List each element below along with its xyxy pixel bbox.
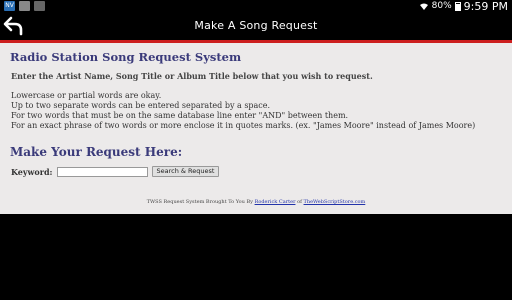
video-icon bbox=[34, 1, 45, 11]
section-title: Make Your Request Here: bbox=[10, 145, 183, 159]
keyword-label: Keyword: bbox=[11, 166, 53, 177]
notification-icons: NV bbox=[4, 1, 45, 11]
action-bar-title: Make A Song Request bbox=[194, 19, 318, 32]
clock: 9:59 PM bbox=[463, 0, 508, 13]
footer-credit: TWSS Request System Brought To You By Ro… bbox=[0, 199, 512, 205]
keyword-input[interactable] bbox=[56, 166, 148, 177]
keyword-row: Keyword: Search & Request bbox=[11, 166, 220, 177]
rule-line: Lowercase or partial words are okay. bbox=[11, 91, 162, 100]
wifi-icon bbox=[419, 3, 428, 10]
nv-app-icon: NV bbox=[4, 1, 15, 11]
search-rules: Lowercase or partial words are okay. Up … bbox=[11, 91, 475, 131]
author-link[interactable]: Roderick Carter bbox=[255, 199, 296, 205]
rule-line: For two words that must be on the same d… bbox=[11, 111, 349, 120]
footer-middle: of bbox=[297, 199, 302, 205]
status-right: 80% 9:59 PM bbox=[419, 0, 508, 13]
footer-prefix: TWSS Request System Brought To You By bbox=[146, 199, 253, 205]
action-bar: Make A Song Request bbox=[0, 12, 512, 40]
search-request-button[interactable]: Search & Request bbox=[151, 166, 220, 177]
site-link[interactable]: TheWebScriptStore.com bbox=[304, 199, 366, 205]
status-bar: NV 80% 9:59 PM bbox=[0, 0, 512, 13]
intro-text: Enter the Artist Name, Song Title or Alb… bbox=[11, 71, 373, 81]
empty-background bbox=[0, 214, 512, 300]
page-title: Radio Station Song Request System bbox=[10, 50, 242, 64]
request-page: Radio Station Song Request System Enter … bbox=[0, 43, 512, 214]
rule-line: For an exact phrase of two words or more… bbox=[11, 121, 476, 130]
battery-percent: 80% bbox=[431, 1, 452, 11]
battery-icon bbox=[454, 1, 461, 11]
rule-line: Up to two separate words can be entered … bbox=[11, 101, 271, 110]
image-icon bbox=[19, 1, 30, 11]
